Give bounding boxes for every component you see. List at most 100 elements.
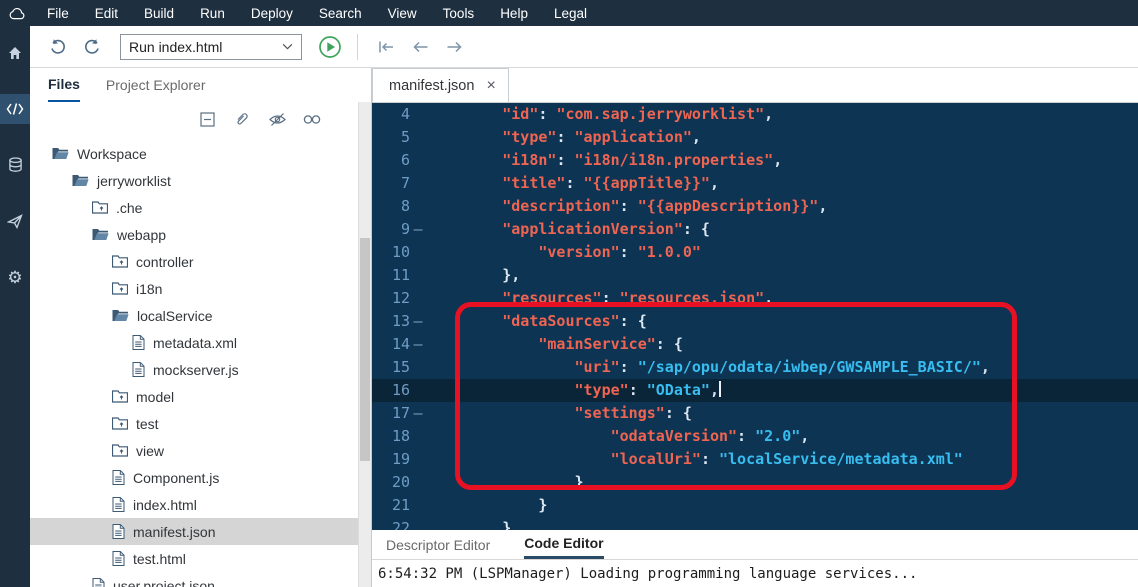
folder-icon [112,417,128,430]
menu-item-help[interactable]: Help [487,0,541,26]
code-line-13[interactable]: 13– "dataSources": { [372,310,1138,333]
tree-item-label: view [136,442,165,459]
file-icon [112,470,125,485]
line-number: 16 [391,381,410,399]
menu-item-deploy[interactable]: Deploy [238,0,306,26]
tree-item-manifest-json[interactable]: manifest.json [30,518,358,545]
tree-item-label: test.html [133,550,186,567]
code-line-9[interactable]: 9– "applicationVersion": { [372,218,1138,241]
code-text: "odataVersion": "2.0", [430,427,810,445]
code-line-8[interactable]: 8 "description": "{{appDescription}}", [372,195,1138,218]
tab-project-explorer[interactable]: Project Explorer [106,68,206,102]
tree-item-component-js[interactable]: Component.js [30,464,358,491]
run-button[interactable] [318,35,342,59]
fold-icon[interactable]: – [410,310,426,333]
code-line-7[interactable]: 7 "title": "{{appTitle}}", [372,172,1138,195]
tree-item-model[interactable]: model [30,383,358,410]
code-line-18[interactable]: 18 "odataVersion": "2.0", [372,425,1138,448]
tree-item-index-html[interactable]: index.html [30,491,358,518]
tab-manifest-json[interactable]: manifest.json × [372,68,509,102]
run-target-label: Run index.html [129,38,223,55]
tree-item-metadata-xml[interactable]: metadata.xml [30,329,358,356]
menubar: File Edit Build Run Deploy Search View Tools Hel… [0,0,1138,26]
code-text: }, [430,266,521,284]
tree-item-user-project-json[interactable]: user.project.json [30,572,358,587]
tree-item--che[interactable]: .che [30,194,358,221]
code-line-5[interactable]: 5 "type": "application", [372,126,1138,149]
code-line-15[interactable]: 15 "uri": "/sap/opu/odata/iwbep/GWSAMPLE… [372,356,1138,379]
fold-icon[interactable]: – [410,333,426,356]
fold-icon[interactable]: – [410,218,426,241]
link-with-editor-icon[interactable] [303,110,321,128]
undo-icon[interactable] [46,35,70,59]
tree-item-controller[interactable]: controller [30,248,358,275]
code-line-21[interactable]: 21 } [372,494,1138,517]
code-line-22[interactable]: 22 }, [372,517,1138,530]
code-text: } [430,496,548,514]
run-target-dropdown[interactable]: Run index.html [120,33,302,60]
database-icon[interactable] [0,150,30,180]
tab-code-editor[interactable]: Code Editor [524,530,604,559]
menu-item-tools[interactable]: Tools [430,0,488,26]
attach-icon[interactable] [233,110,251,128]
tab-label: manifest.json [389,77,475,94]
development-icon[interactable] [0,94,30,124]
last-edit-location-icon[interactable] [373,35,399,59]
tab-files[interactable]: Files [48,68,80,102]
scrollbar-thumb[interactable] [360,237,370,461]
line-number: 21 [391,496,410,514]
close-icon[interactable]: × [486,77,495,94]
menu-item-edit[interactable]: Edit [82,0,131,26]
code-line-14[interactable]: 14– "mainService": { [372,333,1138,356]
send-icon[interactable] [0,206,30,236]
tree-item-localservice[interactable]: localService [30,302,358,329]
code-text: "uri": "/sap/opu/odata/iwbep/GWSAMPLE_BA… [430,358,990,376]
tree-item-webapp[interactable]: webapp [30,221,358,248]
tree-item-i18n[interactable]: i18n [30,275,358,302]
code-editor[interactable]: 4 "id": "com.sap.jerryworklist", 5 "type"… [372,103,1138,530]
line-number: 14 [391,335,410,353]
tree-item-test-html[interactable]: test.html [30,545,358,572]
line-number: 18 [391,427,410,445]
tree-item-mockserver-js[interactable]: mockserver.js [30,356,358,383]
code-line-19[interactable]: 19 "localUri": "localService/metadata.xm… [372,448,1138,471]
code-line-20[interactable]: 20 } [372,471,1138,494]
menu-item-legal[interactable]: Legal [541,0,600,26]
tree-item-workspace[interactable]: Workspace [30,140,358,167]
tree-item-label: webapp [117,226,167,243]
settings-icon[interactable]: ⚙ [0,262,30,292]
navigate-back-icon[interactable] [407,35,433,59]
console-message: 6:54:32 PM (LSPManager) Loading programm… [378,565,918,582]
tree-item-label: Component.js [133,469,220,486]
fold-icon[interactable]: – [410,402,426,425]
navigate-forward-icon[interactable] [441,35,467,59]
folder-open-icon [52,147,69,160]
code-line-6[interactable]: 6 "i18n": "i18n/i18n.properties", [372,149,1138,172]
tree-item-test[interactable]: test [30,410,358,437]
code-line-12[interactable]: 12 "resources": "resources.json", [372,287,1138,310]
editor-mode-tabs: Descriptor Editor Code Editor [372,530,1138,560]
menu-item-search[interactable]: Search [306,0,375,26]
menu-item-run[interactable]: Run [187,0,238,26]
tree-item-view[interactable]: view [30,437,358,464]
menu-item-build[interactable]: Build [131,0,187,26]
code-line-17[interactable]: 17– "settings": { [372,402,1138,425]
collapse-all-icon[interactable] [198,110,216,128]
explorer-scrollbar[interactable] [358,102,371,587]
redo-icon[interactable] [80,35,104,59]
code-line-11[interactable]: 11 }, [372,264,1138,287]
home-icon[interactable] [0,38,30,68]
code-line-16[interactable]: 16 "type": "OData", [372,379,1138,402]
line-number: 5 [400,128,410,146]
text-cursor [719,381,721,397]
menu-item-view[interactable]: View [375,0,430,26]
tree-item-jerryworklist[interactable]: jerryworklist [30,167,358,194]
code-line-10[interactable]: 10 "version": "1.0.0" [372,241,1138,264]
menu-item-file[interactable]: File [34,0,82,26]
code-line-4[interactable]: 4 "id": "com.sap.jerryworklist", [372,103,1138,126]
tab-descriptor-editor[interactable]: Descriptor Editor [386,530,490,559]
hide-hidden-files-icon[interactable] [268,110,286,128]
